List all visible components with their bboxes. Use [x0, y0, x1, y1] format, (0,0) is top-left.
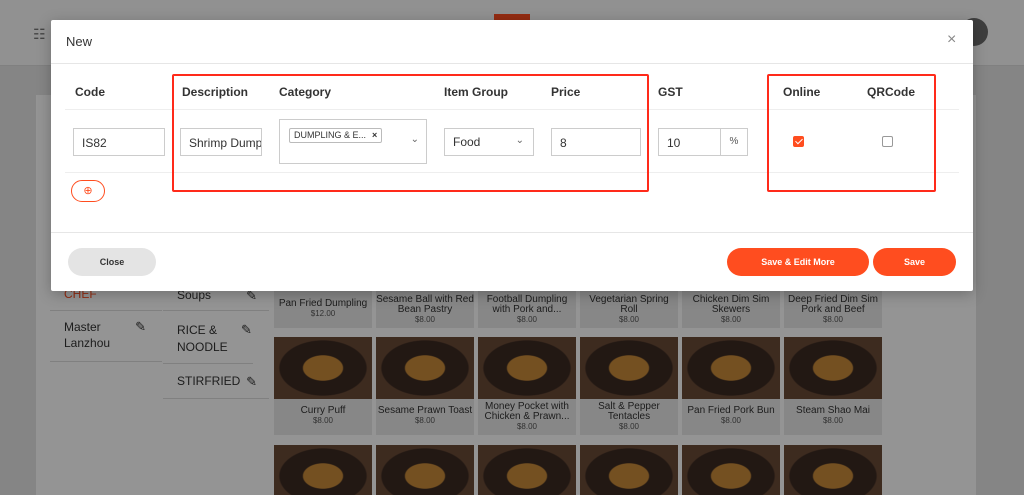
save-edit-more-button[interactable]: Save & Edit More [727, 248, 869, 276]
column-header-description: Description [182, 85, 249, 99]
row-divider [65, 172, 959, 173]
qrcode-checkbox[interactable] [882, 136, 893, 147]
item-group-value: Food [453, 135, 481, 149]
new-item-modal: New × Code Description Category Item Gro… [51, 20, 973, 291]
chevron-down-icon: ⌄ [515, 135, 524, 146]
close-icon[interactable]: × [947, 31, 956, 49]
column-header-item-group: Item Group [444, 85, 509, 99]
category-chip: DUMPLING & E... × [289, 128, 383, 143]
add-row-button[interactable]: ⊕ [71, 180, 105, 202]
code-input[interactable]: IS82 [73, 128, 165, 156]
price-input[interactable]: 8 [551, 128, 641, 156]
item-group-select[interactable]: Food ⌄ [444, 128, 534, 156]
close-button[interactable]: Close [68, 248, 156, 276]
header-divider [65, 109, 959, 110]
column-header-code: Code [75, 85, 105, 99]
plus-circle-icon: ⊕ [83, 185, 93, 197]
chip-remove-icon[interactable]: × [372, 130, 377, 140]
modal-header: New × [51, 20, 973, 64]
save-button[interactable]: Save [873, 248, 956, 276]
column-header-price: Price [551, 85, 581, 99]
chevron-down-icon: ⌄ [410, 134, 419, 145]
description-input[interactable]: Shrimp Dumpling [180, 128, 262, 156]
modal-title: New [66, 34, 93, 49]
column-header-qrcode: QRCode [867, 85, 915, 99]
column-header-online: Online [783, 85, 821, 99]
column-header-category: Category [279, 85, 332, 99]
category-multiselect[interactable]: DUMPLING & E... × ⌄ [279, 119, 427, 164]
column-header-gst: GST [658, 85, 683, 99]
gst-percent-suffix: % [721, 128, 748, 156]
footer-divider [51, 232, 973, 233]
category-chip-label: DUMPLING & E... [294, 130, 367, 140]
online-checkbox[interactable] [793, 136, 804, 147]
gst-input[interactable]: 10 [658, 128, 721, 156]
